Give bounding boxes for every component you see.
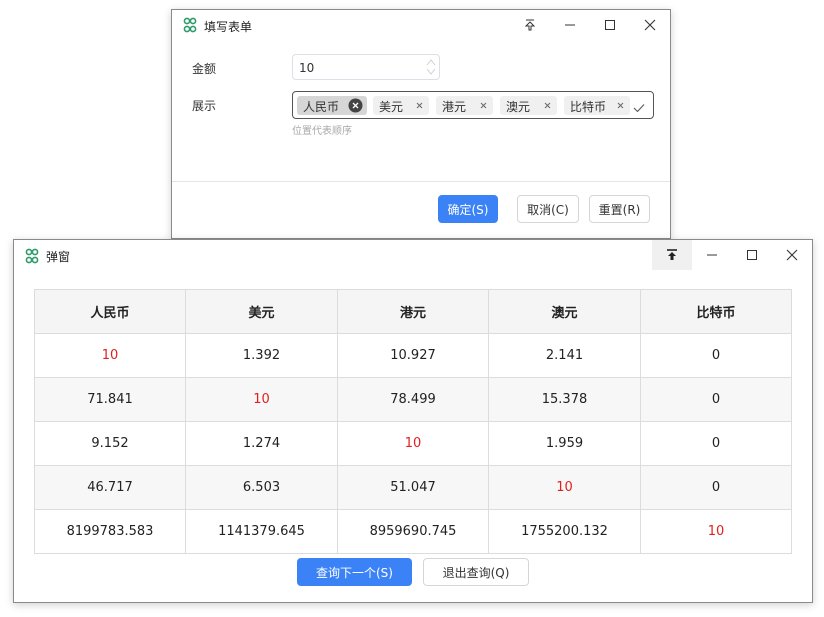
exit-query-button[interactable]: 退出查询(Q) (423, 558, 529, 586)
table-cell: 8199783.583 (34, 509, 186, 554)
table-row: 71.841 10 78.499 15.378 0 (34, 377, 792, 422)
check-icon (633, 99, 645, 118)
column-header: 港元 (337, 289, 489, 334)
tag-hkd[interactable]: 港元 (436, 96, 493, 115)
table-header-row: 人民币 美元 港元 澳元 比特币 (34, 289, 792, 334)
order-hint: 位置代表顺序 (292, 126, 352, 137)
tag-btc[interactable]: 比特币 (564, 96, 630, 115)
maximize-icon[interactable] (590, 10, 630, 40)
close-icon[interactable] (630, 10, 670, 40)
table-cell: 78.499 (337, 377, 489, 422)
table-cell: 0 (640, 465, 792, 510)
table-cell: 51.047 (337, 465, 489, 510)
table-cell: 1.274 (185, 421, 338, 466)
display-label: 展示 (192, 99, 217, 113)
form-window-title: 填写表单 (204, 20, 253, 34)
table-cell: 6.503 (185, 465, 338, 510)
amount-input[interactable]: 10 (292, 54, 440, 80)
close-icon[interactable] (772, 240, 812, 270)
table-cell: 15.378 (488, 377, 641, 422)
app-logo-icon (182, 17, 198, 33)
table-cell: 0 (640, 377, 792, 422)
tag-label: 美元 (379, 100, 404, 114)
confirm-button[interactable]: 确定(S) (438, 195, 498, 223)
amount-value: 10 (299, 61, 315, 75)
table-row: 9.152 1.274 10 1.959 0 (34, 421, 792, 466)
form-window: 填写表单 金额 10 展示 人民币 美元 港元 澳元 比特币 位置代表顺序 确定… (171, 9, 671, 239)
column-header: 澳元 (488, 289, 641, 334)
column-header: 美元 (185, 289, 338, 334)
tag-remove-icon[interactable] (478, 100, 489, 111)
table-cell: 71.841 (34, 377, 186, 422)
minimize-icon[interactable] (550, 10, 590, 40)
table-row: 8199783.583 1141379.645 8959690.745 1755… (34, 509, 792, 554)
table-cell: 2.141 (488, 333, 641, 378)
table-cell: 1755200.132 (488, 509, 641, 554)
tag-remove-icon[interactable] (542, 100, 553, 111)
table-cell: 9.152 (34, 421, 186, 466)
table-cell: 1141379.645 (185, 509, 338, 554)
table-row: 10 1.392 10.927 2.141 0 (34, 333, 792, 378)
pin-top-icon[interactable] (652, 240, 692, 270)
table-cell: 1.959 (488, 421, 641, 466)
table-cell: 10 (185, 377, 338, 422)
table-cell: 10 (337, 421, 489, 466)
reset-button[interactable]: 重置(R) (589, 195, 650, 223)
query-next-button[interactable]: 查询下一个(S) (297, 558, 412, 586)
popup-window-title: 弹窗 (46, 250, 71, 264)
tag-label: 比特币 (570, 100, 607, 114)
tag-cny[interactable]: 人民币 (297, 96, 367, 115)
app-logo-icon (24, 248, 40, 264)
tag-remove-icon[interactable] (615, 100, 626, 111)
tag-mop[interactable]: 澳元 (500, 96, 557, 115)
tag-label: 澳元 (506, 100, 531, 114)
tag-label: 人民币 (303, 100, 340, 114)
exchange-table: 人民币 美元 港元 澳元 比特币 10 1.392 10.927 2.141 0… (34, 289, 792, 554)
cancel-button[interactable]: 取消(C) (517, 195, 579, 223)
amount-label: 金额 (192, 62, 217, 76)
tag-remove-icon[interactable] (348, 98, 363, 113)
popup-titlebar[interactable]: 弹窗 (14, 240, 812, 270)
table-cell: 10 (34, 333, 186, 378)
column-header: 人民币 (34, 289, 186, 334)
spinner-icon[interactable] (426, 58, 436, 76)
table-cell: 46.717 (34, 465, 186, 510)
table-cell: 10 (640, 509, 792, 554)
popup-window: 弹窗 人民币 美元 港元 澳元 比特币 10 1.392 10.927 2.14… (13, 239, 813, 603)
table-cell: 8959690.745 (337, 509, 489, 554)
table-cell: 10 (488, 465, 641, 510)
tag-label: 港元 (442, 100, 467, 114)
table-row: 46.717 6.503 51.047 10 0 (34, 465, 792, 510)
minimize-icon[interactable] (692, 240, 732, 270)
pin-icon[interactable] (510, 10, 550, 40)
tag-usd[interactable]: 美元 (373, 96, 429, 115)
table-cell: 1.392 (185, 333, 338, 378)
table-cell: 0 (640, 421, 792, 466)
currency-tag-select[interactable]: 人民币 美元 港元 澳元 比特币 (292, 91, 654, 119)
tag-remove-icon[interactable] (414, 100, 425, 111)
maximize-icon[interactable] (732, 240, 772, 270)
table-cell: 10.927 (337, 333, 489, 378)
footer-divider (172, 181, 670, 182)
form-titlebar[interactable]: 填写表单 (172, 10, 670, 40)
column-header: 比特币 (640, 289, 792, 334)
table-cell: 0 (640, 333, 792, 378)
